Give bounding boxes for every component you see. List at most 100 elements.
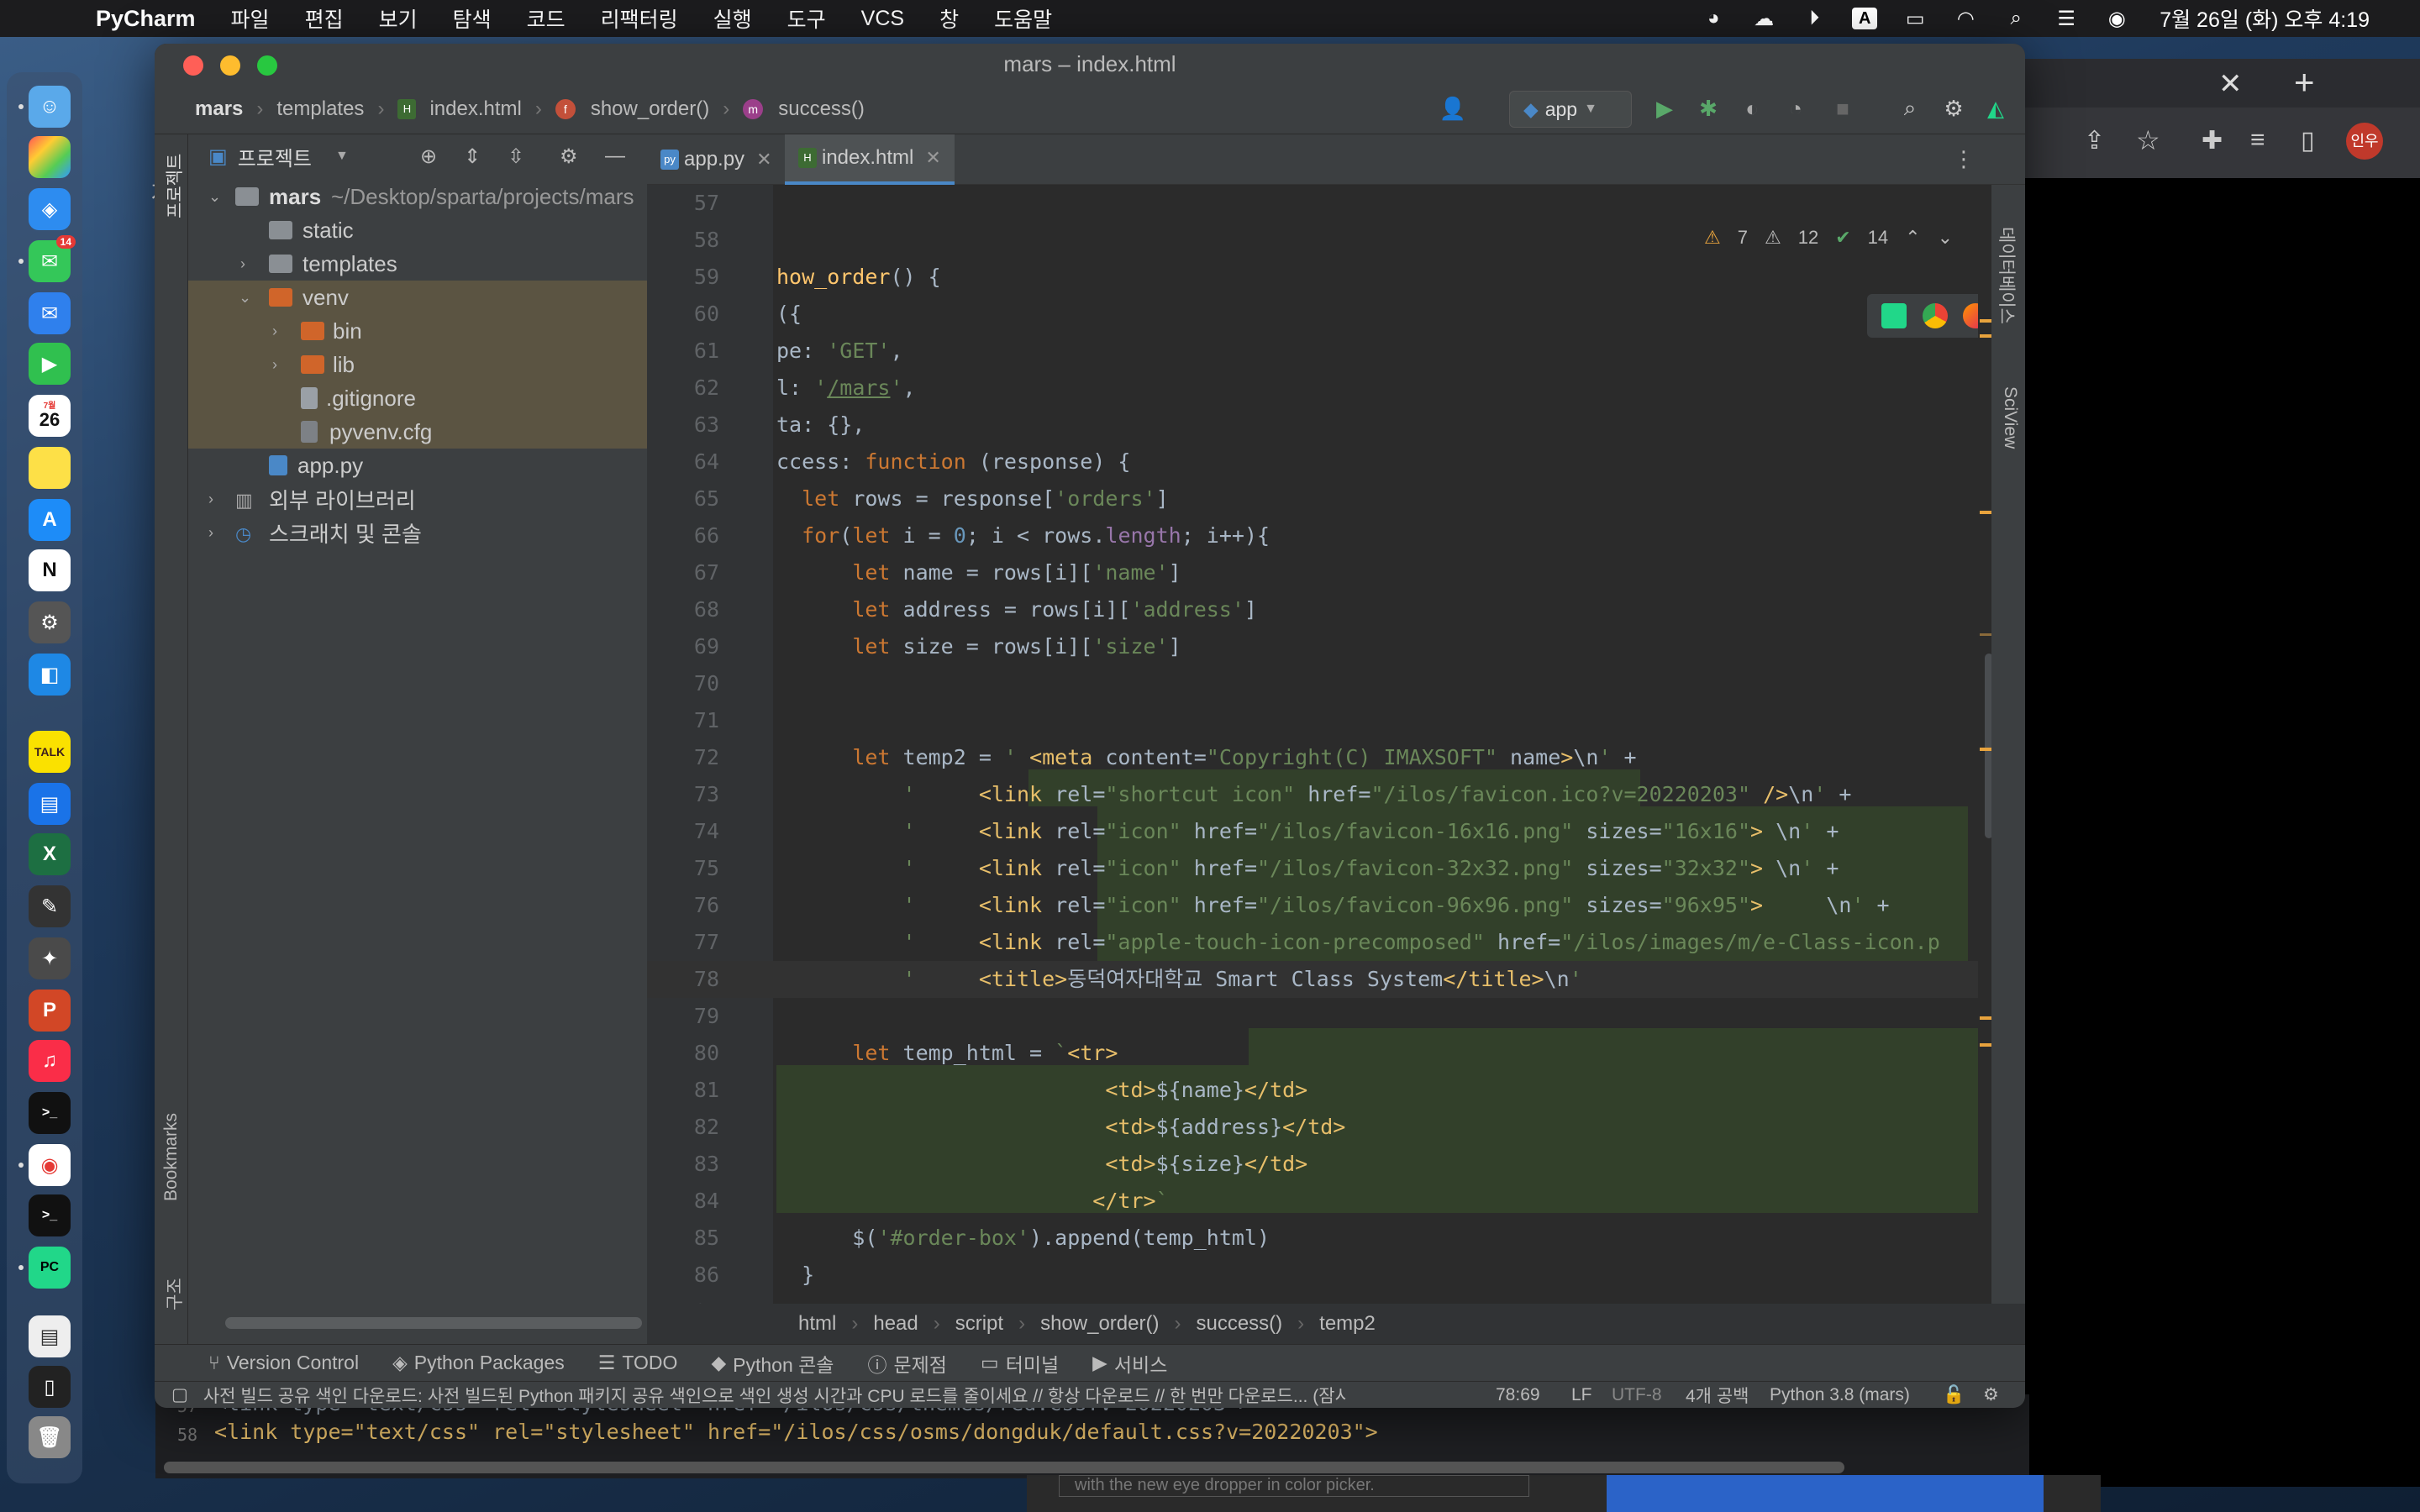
iterm-icon[interactable]: >_ xyxy=(29,1194,71,1236)
menu-tools[interactable]: 도구 xyxy=(787,3,826,34)
code-line[interactable]: 57 xyxy=(647,185,1978,222)
reading-list-icon[interactable]: ≡ xyxy=(2250,126,2265,155)
version-control-tool[interactable]: ⑂ Version Control xyxy=(208,1352,359,1374)
toggle-tool-windows-icon[interactable]: ▢ xyxy=(171,1384,188,1405)
code-line[interactable]: 67 let name = rows[i]['name'] xyxy=(647,554,1978,591)
sequel-pro-icon[interactable]: ✦ xyxy=(29,937,71,979)
tree-item-bin[interactable]: › bin xyxy=(188,314,647,348)
notion-icon[interactable]: N xyxy=(29,549,71,591)
firefox-browser-icon[interactable] xyxy=(1963,303,1978,328)
code-line[interactable]: 61 pe: 'GET', xyxy=(647,333,1978,370)
tree-item-scratches[interactable]: › ◷ 스크래치 및 콘솔 xyxy=(188,516,647,549)
excel-icon[interactable]: X xyxy=(29,833,71,875)
launchpad-icon[interactable] xyxy=(29,136,71,178)
code-line[interactable]: 71 xyxy=(647,702,1978,739)
notification-app-icon[interactable]: ◕ xyxy=(1701,7,1726,29)
collapse-all-icon[interactable]: ⇳ xyxy=(508,144,524,169)
code-line[interactable]: 59 how_order() { xyxy=(647,259,1978,296)
toolbox-icon[interactable]: ◭ xyxy=(1983,96,2008,121)
file-icon[interactable]: ▯ xyxy=(29,1366,71,1408)
code-line[interactable]: 78 ' <title>동덕여자대학교 Smart Class System</… xyxy=(647,961,1978,998)
python-console-tool[interactable]: ◆ Python 콘솔 xyxy=(711,1349,834,1378)
chevron-right-icon[interactable]: › xyxy=(272,356,277,374)
crumb-script[interactable]: script xyxy=(955,1312,1003,1336)
code-line[interactable]: 73 ' <link rel="shortcut icon" href="/il… xyxy=(647,776,1978,813)
window-app-icon[interactable]: ◧ xyxy=(29,654,71,696)
document-app-icon[interactable]: ▤ xyxy=(29,783,71,825)
bookmark-star-icon[interactable]: ☆ xyxy=(2136,124,2160,156)
chevron-down-icon[interactable]: ▼ xyxy=(335,149,349,164)
share-icon[interactable]: ⇪ xyxy=(2084,126,2105,155)
tree-item-templates[interactable]: › templates xyxy=(188,247,647,281)
tree-item-external-libraries[interactable]: › ▥ 외부 라이브러리 xyxy=(188,482,647,516)
status-message[interactable]: 사전 빌드 공유 색인 다운로드: 사전 빌드된 Python 패키지 공유 색… xyxy=(203,1383,1346,1408)
facetime-icon[interactable]: ▶ xyxy=(29,343,71,385)
database-tool-label[interactable]: 데이터베이스 xyxy=(1995,227,2020,324)
services-tool[interactable]: ▶ 서비스 xyxy=(1092,1349,1167,1378)
code-line[interactable]: 79 xyxy=(647,998,1978,1035)
bookmarks-tool-label[interactable]: Bookmarks xyxy=(161,1113,182,1201)
chevron-right-icon[interactable]: › xyxy=(240,255,245,273)
control-center-icon[interactable]: ☰ xyxy=(2054,8,2079,30)
project-view-select[interactable]: 프로젝트 xyxy=(238,142,312,171)
menu-window[interactable]: 창 xyxy=(939,3,959,34)
code-line[interactable]: 83 <td>${size}</td> xyxy=(647,1146,1978,1183)
extensions-icon[interactable]: ✚ xyxy=(2202,126,2223,155)
debug-icon[interactable]: ✱ xyxy=(1696,96,1721,121)
project-tool-label[interactable]: 프로젝트 xyxy=(161,154,187,218)
code-line[interactable]: 77 ' <link rel="apple-touch-icon-precomp… xyxy=(647,924,1978,961)
code-line[interactable]: 82 <td>${address}</td> xyxy=(647,1109,1978,1146)
close-window-button[interactable] xyxy=(183,55,203,76)
menu-vcs[interactable]: VCS xyxy=(861,7,904,31)
lock-icon[interactable]: 🔓 xyxy=(1943,1385,1965,1405)
breadcrumb-folder[interactable]: templates xyxy=(276,97,364,121)
menu-refactor[interactable]: 리팩터링 xyxy=(601,3,678,34)
play-circle-icon[interactable]: ⏵ xyxy=(1802,7,1827,29)
problems-tool[interactable]: ⓘ 문제점 xyxy=(867,1349,946,1378)
siri-icon[interactable]: ◉ xyxy=(2104,8,2129,30)
crumb-method[interactable]: success() xyxy=(1196,1312,1282,1336)
mail-icon[interactable]: ✉ xyxy=(29,292,71,334)
code-line[interactable]: 85 $('#order-box').append(temp_html) xyxy=(647,1220,1978,1257)
code-line[interactable]: 72 let temp2 = ' <meta content="Copyrigh… xyxy=(647,739,1978,776)
cloud-icon[interactable]: ☁ xyxy=(1751,8,1776,30)
breadcrumb-file[interactable]: index.html xyxy=(429,97,521,121)
profile-avatar[interactable]: 인우 xyxy=(2346,123,2383,160)
minimize-window-button[interactable] xyxy=(220,55,240,76)
code-line[interactable]: 68 let address = rows[i]['address'] xyxy=(647,591,1978,628)
breadcrumb-method[interactable]: success() xyxy=(778,97,865,121)
maximize-window-button[interactable] xyxy=(257,55,277,76)
file-encoding[interactable]: UTF-8 xyxy=(1612,1385,1662,1405)
calendar-icon[interactable]: 7월 26 xyxy=(29,395,71,437)
run-icon[interactable]: ▶ xyxy=(1652,96,1677,121)
pen-app-icon[interactable]: ✎ xyxy=(29,885,71,927)
horizontal-scrollbar[interactable] xyxy=(164,1462,1844,1473)
new-tab-icon[interactable]: + xyxy=(2294,62,2315,102)
code-line[interactable]: 81 <td>${name}</td> xyxy=(647,1072,1978,1109)
structure-tool-label[interactable]: 구조 xyxy=(161,1278,187,1310)
wifi-icon[interactable]: ◠ xyxy=(1953,8,1978,30)
menu-navigate[interactable]: 탐색 xyxy=(453,3,492,34)
tree-item-venv[interactable]: ⌄ venv xyxy=(188,281,647,314)
terminal-tool[interactable]: ▭ 터미널 xyxy=(981,1349,1059,1378)
python-interpreter[interactable]: Python 3.8 (mars) xyxy=(1770,1385,1910,1405)
python-packages-tool[interactable]: ◈ Python Packages xyxy=(392,1352,565,1374)
code-line[interactable]: 84 </tr>` xyxy=(647,1183,1978,1220)
code-line[interactable]: 70 xyxy=(647,665,1978,702)
menu-run[interactable]: 실행 xyxy=(713,3,752,34)
menu-edit[interactable]: 편집 xyxy=(305,3,344,34)
tree-root-mars[interactable]: ⌄ mars ~/Desktop/sparta/projects/mars xyxy=(188,180,647,213)
trash-icon[interactable]: 🗑 xyxy=(29,1416,71,1458)
search-everywhere-icon[interactable]: ⌕ xyxy=(1897,95,1923,121)
kakaotalk-icon[interactable]: TALK xyxy=(29,731,71,773)
battery-icon[interactable]: ▭ xyxy=(1902,8,1928,30)
chevron-right-icon[interactable]: › xyxy=(208,491,213,508)
options-gear-icon[interactable]: ⚙ xyxy=(560,144,578,169)
terminal-icon[interactable]: >_ xyxy=(29,1092,71,1134)
indent-setting[interactable]: 4개 공백 xyxy=(1686,1383,1749,1408)
crumb-html[interactable]: html xyxy=(798,1312,836,1336)
code-line[interactable]: 74 ' <link rel="icon" href="/ilos/favico… xyxy=(647,813,1978,850)
more-options-icon[interactable]: ⋮ xyxy=(1953,146,1975,172)
input-source-icon[interactable]: A xyxy=(1852,8,1878,29)
tree-item-static[interactable]: static xyxy=(188,213,647,247)
